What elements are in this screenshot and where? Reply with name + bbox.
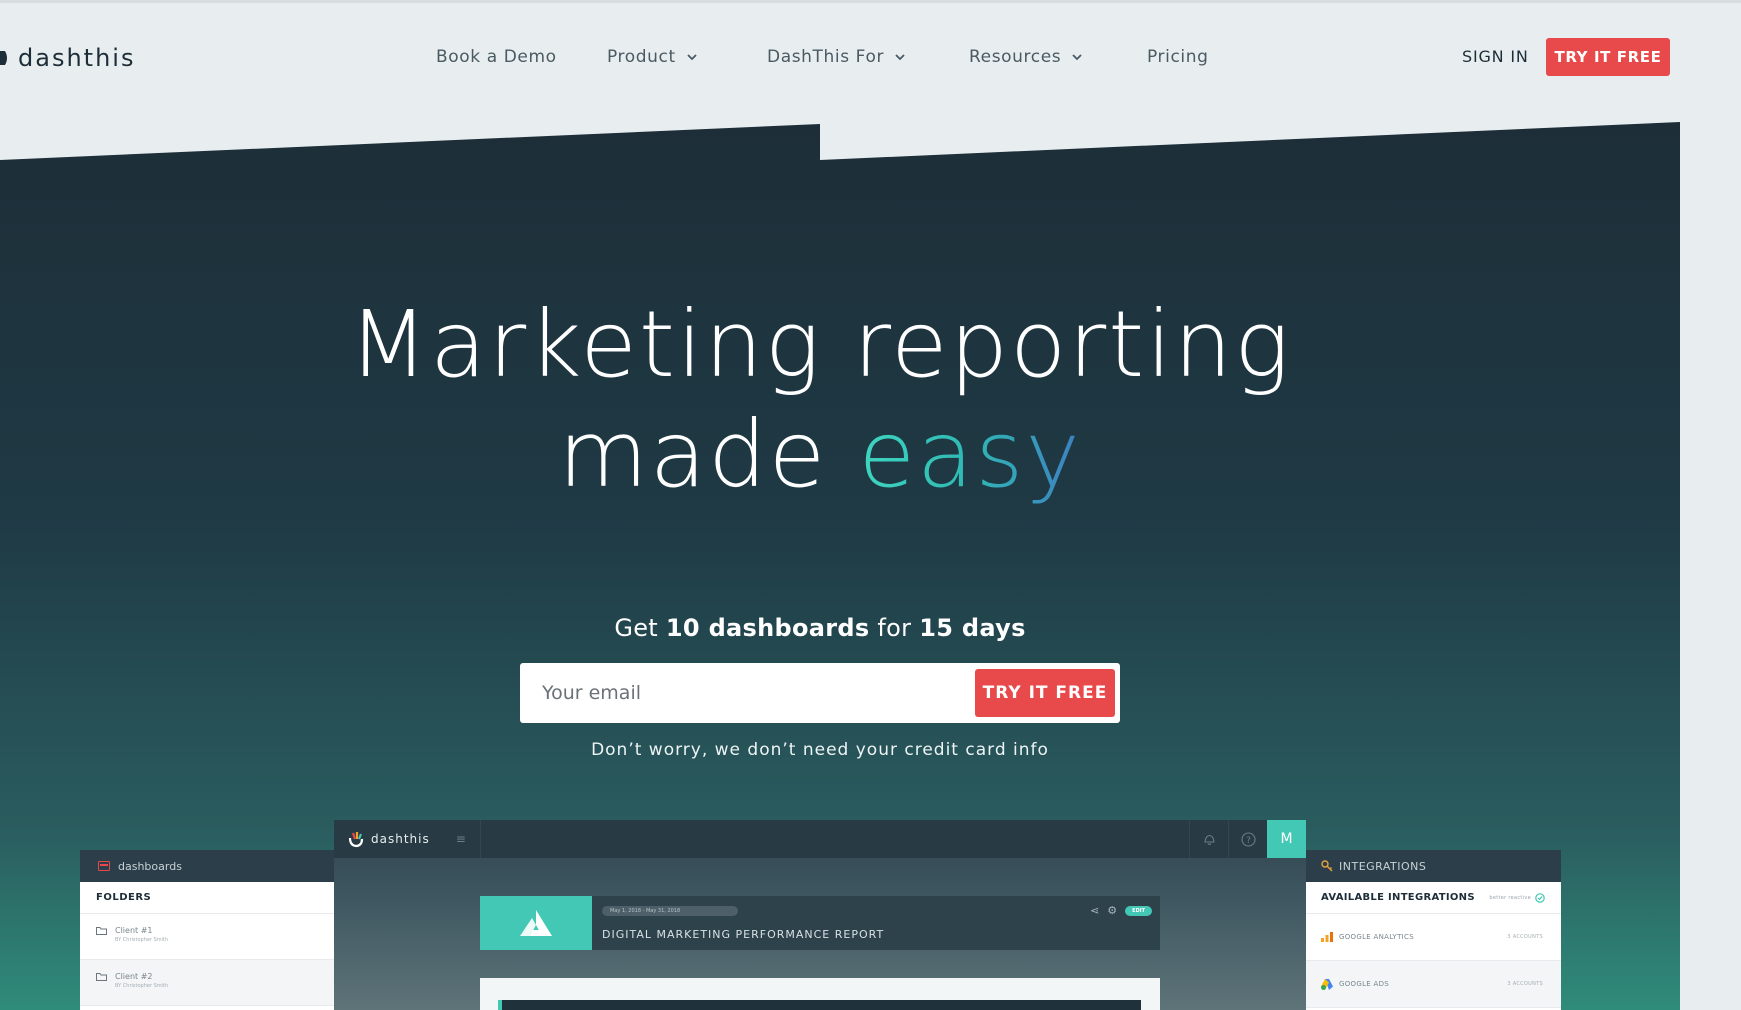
key-icon — [1321, 860, 1333, 872]
check-circle-icon — [1535, 892, 1545, 903]
headline-prefix: made — [558, 401, 859, 508]
nav-label: Pricing — [1147, 47, 1209, 67]
gear-icon[interactable]: ⚙ — [1107, 904, 1117, 917]
app-name: dashthis — [371, 832, 430, 846]
folder-name: Client #2 — [115, 972, 153, 981]
nav-label: Resources — [969, 47, 1062, 67]
nav-product[interactable]: Product — [607, 47, 698, 67]
hero-headline-line1: Marketing reporting — [348, 291, 1292, 398]
integration-row[interactable]: GOOGLE ADS 3 ACCOUNTS — [1305, 961, 1561, 1008]
select-label: better reactive — [1489, 894, 1531, 901]
chevron-down-icon — [1072, 54, 1082, 61]
app-topbar: dashthis ≡ ? M — [334, 820, 1306, 858]
page: dashthis Book a Demo Product DashThis Fo… — [0, 0, 1741, 1010]
report-header: May 1, 2018 - May 31, 2018 DIGITAL MARKE… — [480, 896, 1160, 950]
dashboards-panel-header: dashboards — [80, 850, 335, 882]
folder-icon — [96, 926, 107, 935]
integration-row[interactable]: GOOGLE ANALYTICS 3 ACCOUNTS — [1305, 914, 1561, 961]
edit-button[interactable]: EDIT — [1125, 905, 1152, 916]
folder-row[interactable]: Client #1 BY Christopher Smith — [80, 914, 335, 960]
signup-form: TRY IT FREE — [520, 663, 1120, 723]
brand-name: dashthis — [18, 44, 136, 72]
menu-icon[interactable]: ≡ — [456, 832, 467, 846]
offer-get: Get — [614, 614, 666, 642]
integration-name: GOOGLE ADS — [1339, 980, 1390, 988]
dashboard-icon — [98, 861, 110, 871]
offer-days: 15 days — [919, 614, 1026, 642]
report-section-bar — [498, 1000, 1141, 1010]
report-brand-icon — [520, 910, 552, 936]
trial-offer: Get 10 dashboards for 15 days — [0, 614, 1640, 642]
report-tools: ⋖ ⚙ EDIT — [1090, 904, 1152, 917]
preview-dashboards-panel: dashboards FOLDERS Client #1 BY Christop… — [80, 850, 335, 1010]
nav-dashthis-for[interactable]: DashThis For — [767, 47, 906, 67]
try-it-free-form-button[interactable]: TRY IT FREE — [975, 669, 1115, 717]
chevron-down-icon — [687, 54, 697, 61]
nav-label: Product — [607, 47, 676, 67]
offer-for: for — [869, 614, 920, 642]
chevron-down-icon — [895, 54, 905, 61]
report-title: DIGITAL MARKETING PERFORMANCE REPORT — [602, 928, 885, 941]
nav-label: DashThis For — [767, 47, 885, 67]
dashthis-logo-icon — [0, 51, 7, 65]
folder-row[interactable]: Client #2 BY Christopher Smith — [80, 960, 335, 1006]
folder-owner: BY Christopher Smith — [115, 937, 169, 943]
app-logo[interactable]: dashthis ≡ — [334, 820, 481, 858]
folders-label: FOLDERS — [80, 882, 335, 914]
help-icon[interactable]: ? — [1228, 820, 1267, 858]
try-it-free-header-button[interactable]: TRY IT FREE — [1546, 38, 1670, 76]
integrations-panel-header: INTEGRATIONS — [1305, 850, 1561, 882]
user-avatar[interactable]: M — [1267, 820, 1306, 858]
integration-accounts: 3 ACCOUNTS — [1507, 981, 1543, 987]
folder-icon — [96, 972, 107, 981]
preview-app-window: dashthis ≡ ? M May 1, 2018 - May 31, 201… — [334, 820, 1306, 1010]
folder-owner: BY Christopher Smith — [115, 983, 169, 989]
nav-book-demo[interactable]: Book a Demo — [436, 47, 557, 67]
site-header: dashthis Book a Demo Product DashThis Fo… — [0, 3, 1741, 107]
select-toggle[interactable]: better reactive — [1489, 892, 1545, 903]
report-logo — [480, 896, 592, 950]
share-icon[interactable]: ⋖ — [1090, 904, 1099, 917]
folder-name: Client #1 — [115, 926, 153, 935]
available-integrations-label: AVAILABLE INTEGRATIONS — [1321, 892, 1475, 903]
google-analytics-icon — [1321, 932, 1333, 942]
date-range-selector[interactable]: May 1, 2018 - May 31, 2018 — [602, 906, 738, 916]
email-input[interactable] — [542, 663, 962, 723]
credit-card-disclaimer: Don’t worry, we don’t need your credit c… — [591, 740, 1049, 760]
dashboards-panel-title: dashboards — [118, 859, 182, 873]
nav-pricing[interactable]: Pricing — [1147, 47, 1209, 67]
dashthis-logo-icon — [348, 832, 364, 848]
offer-dashboards: 10 dashboards — [665, 614, 870, 642]
nav-resources[interactable]: Resources — [969, 47, 1083, 67]
integration-name: GOOGLE ANALYTICS — [1339, 933, 1414, 941]
nav-label: Book a Demo — [436, 47, 557, 67]
google-ads-icon — [1321, 978, 1333, 990]
brand-logo[interactable]: dashthis — [0, 43, 135, 73]
bell-icon[interactable] — [1189, 820, 1228, 858]
headline-highlight: easy — [858, 401, 1082, 508]
report-body — [480, 978, 1160, 1010]
integration-accounts: 3 ACCOUNTS — [1507, 934, 1543, 940]
preview-integrations-panel: INTEGRATIONS AVAILABLE INTEGRATIONS bett… — [1305, 850, 1561, 1010]
sign-in-link[interactable]: SIGN IN — [1462, 47, 1529, 66]
hero-headline-line2: made easy — [0, 405, 1640, 505]
app-topbar-icons: ? M — [1189, 820, 1306, 858]
integrations-panel-title: INTEGRATIONS — [1339, 859, 1427, 873]
available-integrations-row: AVAILABLE INTEGRATIONS better reactive — [1305, 882, 1561, 914]
svg-text:?: ? — [1246, 836, 1251, 846]
report-section-accent — [498, 1000, 502, 1010]
